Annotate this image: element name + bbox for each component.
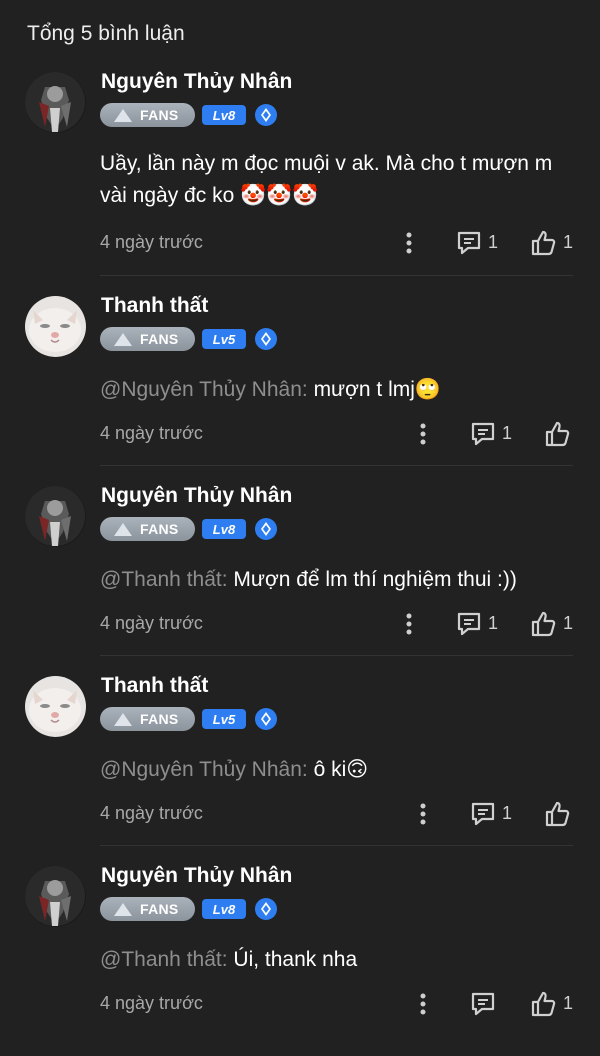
fans-badge: FANS bbox=[100, 897, 195, 921]
comment-body: ô ki🙃 bbox=[313, 758, 369, 781]
divider bbox=[100, 845, 573, 846]
fans-triangle-icon bbox=[114, 522, 132, 536]
fans-badge: FANS bbox=[100, 327, 195, 351]
reply-count: 1 bbox=[488, 613, 499, 633]
username[interactable]: Nguyên Thủy Nhân bbox=[101, 484, 292, 508]
fans-triangle-icon bbox=[114, 902, 132, 916]
comment-text: @Nguyên Thủy Nhân: ô ki🙃 bbox=[100, 754, 580, 786]
mention[interactable]: @Thanh thất: bbox=[100, 948, 228, 971]
comment-body: Mượn để lm thí nghiệm thui :)) bbox=[233, 568, 517, 591]
fans-badge-label: FANS bbox=[140, 521, 179, 537]
reply-count: 1 bbox=[502, 803, 513, 823]
diamond-icon bbox=[255, 898, 277, 920]
fans-triangle-icon bbox=[114, 108, 132, 122]
like-icon[interactable] bbox=[529, 229, 557, 257]
fans-badge-label: FANS bbox=[140, 711, 179, 727]
comment-item: Nguyên Thủy Nhân FANS Lv8 @Thanh thất: M… bbox=[0, 484, 600, 676]
more-options-icon[interactable] bbox=[405, 612, 413, 636]
level-badge: Lv8 bbox=[202, 105, 246, 125]
reply-count: 1 bbox=[488, 232, 499, 252]
fans-triangle-icon bbox=[114, 712, 132, 726]
fans-triangle-icon bbox=[114, 332, 132, 346]
comment-footer: 4 ngày trước 1 1 bbox=[0, 228, 600, 258]
like-count: 1 bbox=[563, 993, 574, 1013]
reply-icon[interactable] bbox=[470, 801, 496, 827]
mention[interactable]: @Nguyên Thủy Nhân: bbox=[100, 378, 308, 401]
level-badge: Lv8 bbox=[202, 519, 246, 539]
more-options-icon[interactable] bbox=[419, 422, 427, 446]
timestamp: 4 ngày trước bbox=[100, 993, 203, 1013]
comment-footer: 4 ngày trước 1 bbox=[0, 989, 600, 1019]
mention[interactable]: @Thanh thất: bbox=[100, 568, 228, 591]
diamond-icon bbox=[255, 518, 277, 540]
divider bbox=[100, 465, 573, 466]
timestamp: 4 ngày trước bbox=[100, 613, 203, 633]
comment-body: Uầy, lần này m đọc muội v ak. Mà cho t m… bbox=[100, 152, 553, 207]
avatar[interactable] bbox=[25, 72, 86, 133]
level-badge: Lv5 bbox=[202, 329, 246, 349]
diamond-icon bbox=[255, 104, 277, 126]
divider bbox=[100, 655, 573, 656]
comment-text: @Nguyên Thủy Nhân: mượn t lmj🙄 bbox=[100, 374, 580, 406]
reply-icon[interactable] bbox=[456, 230, 482, 256]
fans-badge-label: FANS bbox=[140, 331, 179, 347]
timestamp: 4 ngày trước bbox=[100, 803, 203, 823]
like-icon[interactable] bbox=[543, 800, 571, 828]
fans-badge: FANS bbox=[100, 517, 195, 541]
like-icon[interactable] bbox=[529, 610, 557, 638]
fans-badge-label: FANS bbox=[140, 107, 179, 123]
reply-icon[interactable] bbox=[456, 611, 482, 637]
mention[interactable]: @Nguyên Thủy Nhân: bbox=[100, 758, 308, 781]
reply-count: 1 bbox=[502, 423, 513, 443]
avatar[interactable] bbox=[25, 866, 86, 927]
username[interactable]: Thanh thất bbox=[101, 674, 208, 698]
like-count: 1 bbox=[563, 232, 574, 252]
fans-badge: FANS bbox=[100, 103, 195, 127]
level-badge: Lv5 bbox=[202, 709, 246, 729]
username[interactable]: Thanh thất bbox=[101, 294, 208, 318]
reply-icon[interactable] bbox=[470, 991, 496, 1017]
comment-footer: 4 ngày trước 1 bbox=[0, 419, 600, 449]
like-icon[interactable] bbox=[529, 990, 557, 1018]
comments-count-title: Tổng 5 bình luận bbox=[27, 22, 185, 45]
comment-item: Nguyên Thủy Nhân FANS Lv8 @Thanh thất: Ú… bbox=[0, 864, 600, 1056]
comment-body: mượn t lmj🙄 bbox=[313, 378, 442, 401]
reply-icon[interactable] bbox=[470, 421, 496, 447]
avatar[interactable] bbox=[25, 486, 86, 547]
avatar[interactable] bbox=[25, 676, 86, 737]
like-count: 1 bbox=[563, 613, 574, 633]
fans-badge-label: FANS bbox=[140, 901, 179, 917]
comment-text: @Thanh thất: Úi, thank nha bbox=[100, 944, 580, 976]
timestamp: 4 ngày trước bbox=[100, 232, 203, 252]
timestamp: 4 ngày trước bbox=[100, 423, 203, 443]
fans-badge: FANS bbox=[100, 707, 195, 731]
diamond-icon bbox=[255, 708, 277, 730]
comment-item: Thanh thất FANS Lv5 @Nguyên Thủy Nhân: ô… bbox=[0, 674, 600, 866]
comment-body: Úi, thank nha bbox=[233, 948, 358, 971]
divider bbox=[100, 275, 573, 276]
more-options-icon[interactable] bbox=[405, 231, 413, 255]
level-badge: Lv8 bbox=[202, 899, 246, 919]
comment-item: Thanh thất FANS Lv5 @Nguyên Thủy Nhân: m… bbox=[0, 294, 600, 486]
avatar[interactable] bbox=[25, 296, 86, 357]
comment-footer: 4 ngày trước 1 bbox=[0, 799, 600, 829]
username[interactable]: Nguyên Thủy Nhân bbox=[101, 864, 292, 888]
comment-footer: 4 ngày trước 1 1 bbox=[0, 609, 600, 639]
like-icon[interactable] bbox=[543, 420, 571, 448]
more-options-icon[interactable] bbox=[419, 802, 427, 826]
more-options-icon[interactable] bbox=[419, 992, 427, 1016]
comment-text: Uầy, lần này m đọc muội v ak. Mà cho t m… bbox=[100, 148, 580, 212]
diamond-icon bbox=[255, 328, 277, 350]
comment-text: @Thanh thất: Mượn để lm thí nghiệm thui … bbox=[100, 564, 580, 596]
username[interactable]: Nguyên Thủy Nhân bbox=[101, 70, 292, 94]
